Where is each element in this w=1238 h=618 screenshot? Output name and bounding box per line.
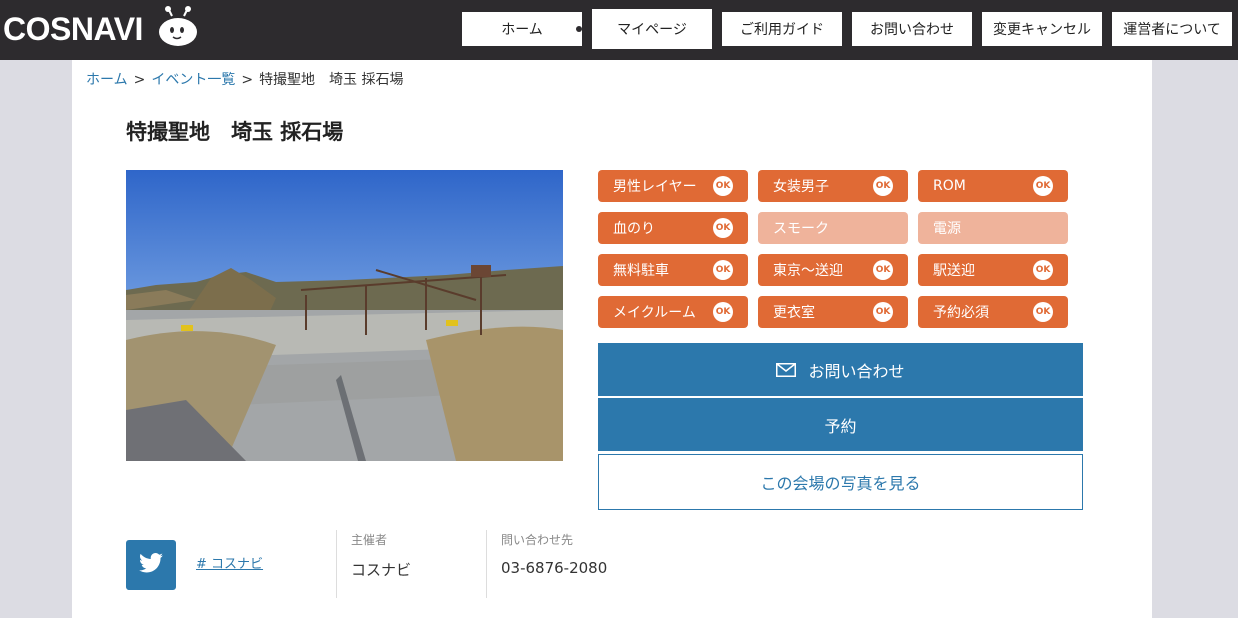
tag-label: ROM <box>933 178 966 194</box>
view-photos-label: この会場の写真を見る <box>760 474 921 493</box>
contact-button[interactable]: お問い合わせ <box>598 343 1083 396</box>
tag-label: 無料駐車 <box>613 263 669 279</box>
tag-smoke: スモーク <box>758 212 908 244</box>
ok-badge: OK <box>713 218 733 238</box>
nav-home[interactable]: ホーム <box>462 12 582 46</box>
view-photos-button[interactable]: この会場の写真を見る <box>598 454 1083 510</box>
breadcrumb-current: 特撮聖地 埼玉 採石場 <box>259 72 404 88</box>
divider <box>336 530 337 598</box>
tag-tokyo-shuttle: 東京～送迎 OK <box>758 254 908 286</box>
page-title: 特撮聖地 埼玉 採石場 <box>126 120 344 144</box>
tag-label: 予約必須 <box>933 305 989 321</box>
breadcrumb-home[interactable]: ホーム <box>86 72 128 88</box>
tag-power: 電源 <box>918 212 1068 244</box>
tag-label: 電源 <box>933 221 961 237</box>
tag-label: 駅送迎 <box>933 263 975 279</box>
breadcrumb: ホーム > イベント一覧 > 特撮聖地 埼玉 採石場 <box>86 69 404 89</box>
ok-badge: OK <box>873 176 893 196</box>
tag-rom: ROM OK <box>918 170 1068 202</box>
nav-contact[interactable]: お問い合わせ <box>852 12 972 46</box>
contact-button-label: お問い合わせ <box>808 361 905 381</box>
tag-reservation-required: 予約必須 OK <box>918 296 1068 328</box>
tag-makeup-room: メイクルーム OK <box>598 296 748 328</box>
tag-free-parking: 無料駐車 OK <box>598 254 748 286</box>
tag-label: メイクルーム <box>613 305 696 321</box>
tag-blood: 血のり OK <box>598 212 748 244</box>
contact-info-label: 問い合わせ先 <box>501 533 574 547</box>
tag-label: 更衣室 <box>773 305 815 321</box>
tag-label: 女装男子 <box>773 179 829 195</box>
tag-station-shuttle: 駅送迎 OK <box>918 254 1068 286</box>
nav-cancel[interactable]: 変更キャンセル <box>982 12 1102 46</box>
cosnavi-mascot-icon <box>156 6 202 52</box>
breadcrumb-separator: > <box>133 72 146 88</box>
ok-badge: OK <box>713 302 733 322</box>
tag-male-cosplayer: 男性レイヤー OK <box>598 170 748 202</box>
twitter-icon <box>139 553 163 577</box>
ok-badge: OK <box>1033 176 1053 196</box>
phone-number: 03-6876-2080 <box>501 559 608 577</box>
venue-photo[interactable] <box>126 170 563 461</box>
breadcrumb-separator: > <box>241 72 254 88</box>
ok-badge: OK <box>1033 302 1053 322</box>
divider <box>486 530 487 598</box>
breadcrumb-events[interactable]: イベント一覧 <box>151 72 235 88</box>
tag-label: 血のり <box>613 221 655 237</box>
tag-label: 東京～送迎 <box>773 263 843 279</box>
ok-badge: OK <box>713 260 733 280</box>
nav-guide[interactable]: ご利用ガイド <box>722 12 842 46</box>
hashtag-link[interactable]: # コスナビ <box>196 553 263 572</box>
ok-badge: OK <box>873 302 893 322</box>
reserve-button[interactable]: 予約 <box>598 398 1083 451</box>
mail-icon <box>776 362 797 377</box>
ok-badge: OK <box>713 176 733 196</box>
organizer-value: コスナビ <box>351 561 412 579</box>
site-header: COSNAVI ホーム マイページ ご利用ガイド お問い合わせ 変更キャンセル … <box>0 0 1238 60</box>
nav-bullet <box>576 26 582 32</box>
nav-about[interactable]: 運営者について <box>1112 12 1232 46</box>
tag-label: スモーク <box>773 221 829 237</box>
tag-changing-room: 更衣室 OK <box>758 296 908 328</box>
organizer-label: 主催者 <box>351 533 388 547</box>
ok-badge: OK <box>873 260 893 280</box>
tag-crossdress: 女装男子 OK <box>758 170 908 202</box>
site-logo[interactable]: COSNAVI <box>3 11 143 48</box>
reserve-button-label: 予約 <box>824 416 857 436</box>
ok-badge: OK <box>1033 260 1053 280</box>
tag-label: 男性レイヤー <box>613 179 697 195</box>
nav-mypage[interactable]: マイページ <box>592 9 712 49</box>
twitter-button[interactable] <box>126 540 176 590</box>
